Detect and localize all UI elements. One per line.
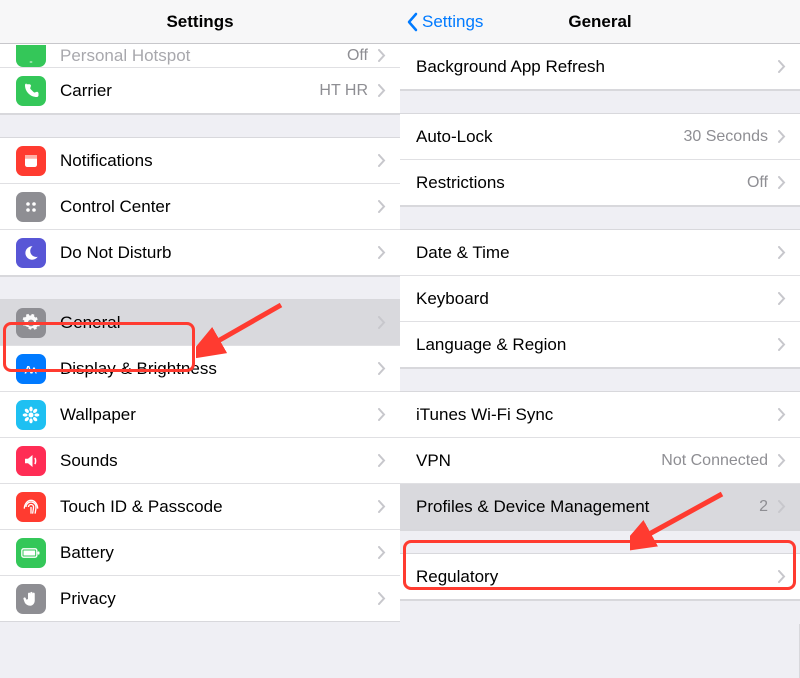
row-label: Display & Brightness bbox=[60, 359, 374, 379]
row-label: Keyboard bbox=[416, 289, 774, 309]
phone-icon bbox=[16, 76, 46, 106]
row-label: Notifications bbox=[60, 151, 374, 171]
settings-navbar: Settings bbox=[0, 0, 400, 44]
chevron-right-icon bbox=[774, 176, 790, 189]
chevron-right-icon bbox=[374, 154, 390, 167]
row-label: Touch ID & Passcode bbox=[60, 497, 374, 517]
row-label: Restrictions bbox=[416, 173, 747, 193]
row-general[interactable]: General bbox=[0, 300, 400, 346]
row-keyboard[interactable]: Keyboard bbox=[400, 276, 800, 322]
row-dnd[interactable]: Do Not Disturb bbox=[0, 230, 400, 276]
row-value: 2 bbox=[759, 498, 768, 516]
row-itunes[interactable]: iTunes Wi-Fi Sync bbox=[400, 392, 800, 438]
chevron-right-icon bbox=[774, 408, 790, 421]
chevron-right-icon bbox=[374, 49, 390, 62]
row-carrier[interactable]: CarrierHT HR bbox=[0, 68, 400, 114]
row-label: Regulatory bbox=[416, 567, 774, 587]
row-touchid[interactable]: Touch ID & Passcode bbox=[0, 484, 400, 530]
chevron-right-icon bbox=[774, 130, 790, 143]
row-label: Language & Region bbox=[416, 335, 774, 355]
row-privacy[interactable]: Privacy bbox=[0, 576, 400, 622]
row-label: Wallpaper bbox=[60, 405, 374, 425]
row-profiles[interactable]: Profiles & Device Management2 bbox=[400, 484, 800, 530]
chevron-right-icon bbox=[374, 316, 390, 329]
row-label: Date & Time bbox=[416, 243, 774, 263]
row-value: Off bbox=[347, 47, 368, 65]
row-value: Not Connected bbox=[661, 452, 768, 470]
chevron-right-icon bbox=[774, 454, 790, 467]
row-label: Sounds bbox=[60, 451, 374, 471]
general-navbar: Settings General bbox=[400, 0, 800, 44]
flower-icon bbox=[16, 400, 46, 430]
settings-pane: Settings Personal Hotspot Off CarrierHT … bbox=[0, 0, 400, 678]
chevron-right-icon bbox=[774, 570, 790, 583]
chevron-right-icon bbox=[374, 200, 390, 213]
chevron-right-icon bbox=[774, 246, 790, 259]
row-vpn[interactable]: VPNNot Connected bbox=[400, 438, 800, 484]
chevron-right-icon bbox=[374, 500, 390, 513]
row-label: Auto-Lock bbox=[416, 127, 683, 147]
back-label: Settings bbox=[422, 12, 483, 32]
row-controlcenter[interactable]: Control Center bbox=[0, 184, 400, 230]
row-label: Control Center bbox=[60, 197, 374, 217]
row-label: VPN bbox=[416, 451, 661, 471]
row-autolock[interactable]: Auto-Lock30 Seconds bbox=[400, 114, 800, 160]
chevron-right-icon bbox=[374, 454, 390, 467]
chevron-right-icon bbox=[374, 592, 390, 605]
row-label: Background App Refresh bbox=[416, 57, 774, 77]
settings-title: Settings bbox=[0, 12, 400, 32]
moon-icon bbox=[16, 238, 46, 268]
chevron-right-icon bbox=[374, 362, 390, 375]
settings-list[interactable]: Personal Hotspot Off CarrierHT HR Notifi… bbox=[0, 44, 400, 678]
row-display[interactable]: AA Display & Brightness bbox=[0, 346, 400, 392]
row-label: Battery bbox=[60, 543, 374, 563]
row-notifications[interactable]: Notifications bbox=[0, 138, 400, 184]
back-button[interactable]: Settings bbox=[400, 12, 483, 32]
row-label: Carrier bbox=[60, 81, 319, 101]
row-bg-app[interactable]: Background App Refresh bbox=[400, 44, 800, 90]
chevron-right-icon bbox=[774, 338, 790, 351]
chevron-right-icon bbox=[374, 408, 390, 421]
row-personal-hotspot[interactable]: Personal Hotspot Off bbox=[0, 44, 400, 68]
row-label: iTunes Wi-Fi Sync bbox=[416, 405, 774, 425]
sounds-icon bbox=[16, 446, 46, 476]
chevron-right-icon bbox=[374, 84, 390, 97]
row-sounds[interactable]: Sounds bbox=[0, 438, 400, 484]
row-wallpaper[interactable]: Wallpaper bbox=[0, 392, 400, 438]
fingerprint-icon bbox=[16, 492, 46, 522]
row-value: Off bbox=[747, 174, 768, 192]
row-regulatory[interactable]: Regulatory bbox=[400, 554, 800, 600]
control-center-icon bbox=[16, 192, 46, 222]
general-pane: Settings General Background App Refresh … bbox=[400, 0, 800, 678]
chevron-right-icon bbox=[374, 246, 390, 259]
row-datetime[interactable]: Date & Time bbox=[400, 230, 800, 276]
row-battery[interactable]: Battery bbox=[0, 530, 400, 576]
row-value: 30 Seconds bbox=[683, 128, 768, 146]
row-lang[interactable]: Language & Region bbox=[400, 322, 800, 368]
row-label: Privacy bbox=[60, 589, 374, 609]
link-icon bbox=[16, 45, 46, 67]
gear-icon bbox=[16, 308, 46, 338]
row-value: HT HR bbox=[319, 82, 368, 100]
notifications-icon bbox=[16, 146, 46, 176]
svg-text:A: A bbox=[31, 366, 37, 375]
hand-icon bbox=[16, 584, 46, 614]
row-restrictions[interactable]: RestrictionsOff bbox=[400, 160, 800, 206]
row-label: General bbox=[60, 313, 374, 333]
row-label: Profiles & Device Management bbox=[416, 497, 759, 517]
chevron-left-icon bbox=[406, 12, 418, 32]
display-icon: AA bbox=[16, 354, 46, 384]
chevron-right-icon bbox=[774, 60, 790, 73]
chevron-right-icon bbox=[774, 292, 790, 305]
chevron-right-icon bbox=[774, 500, 790, 513]
row-label: Personal Hotspot bbox=[60, 46, 347, 66]
chevron-right-icon bbox=[374, 546, 390, 559]
row-label: Do Not Disturb bbox=[60, 243, 374, 263]
battery-icon bbox=[16, 538, 46, 568]
general-list[interactable]: Background App Refresh Auto-Lock30 Secon… bbox=[400, 44, 800, 678]
